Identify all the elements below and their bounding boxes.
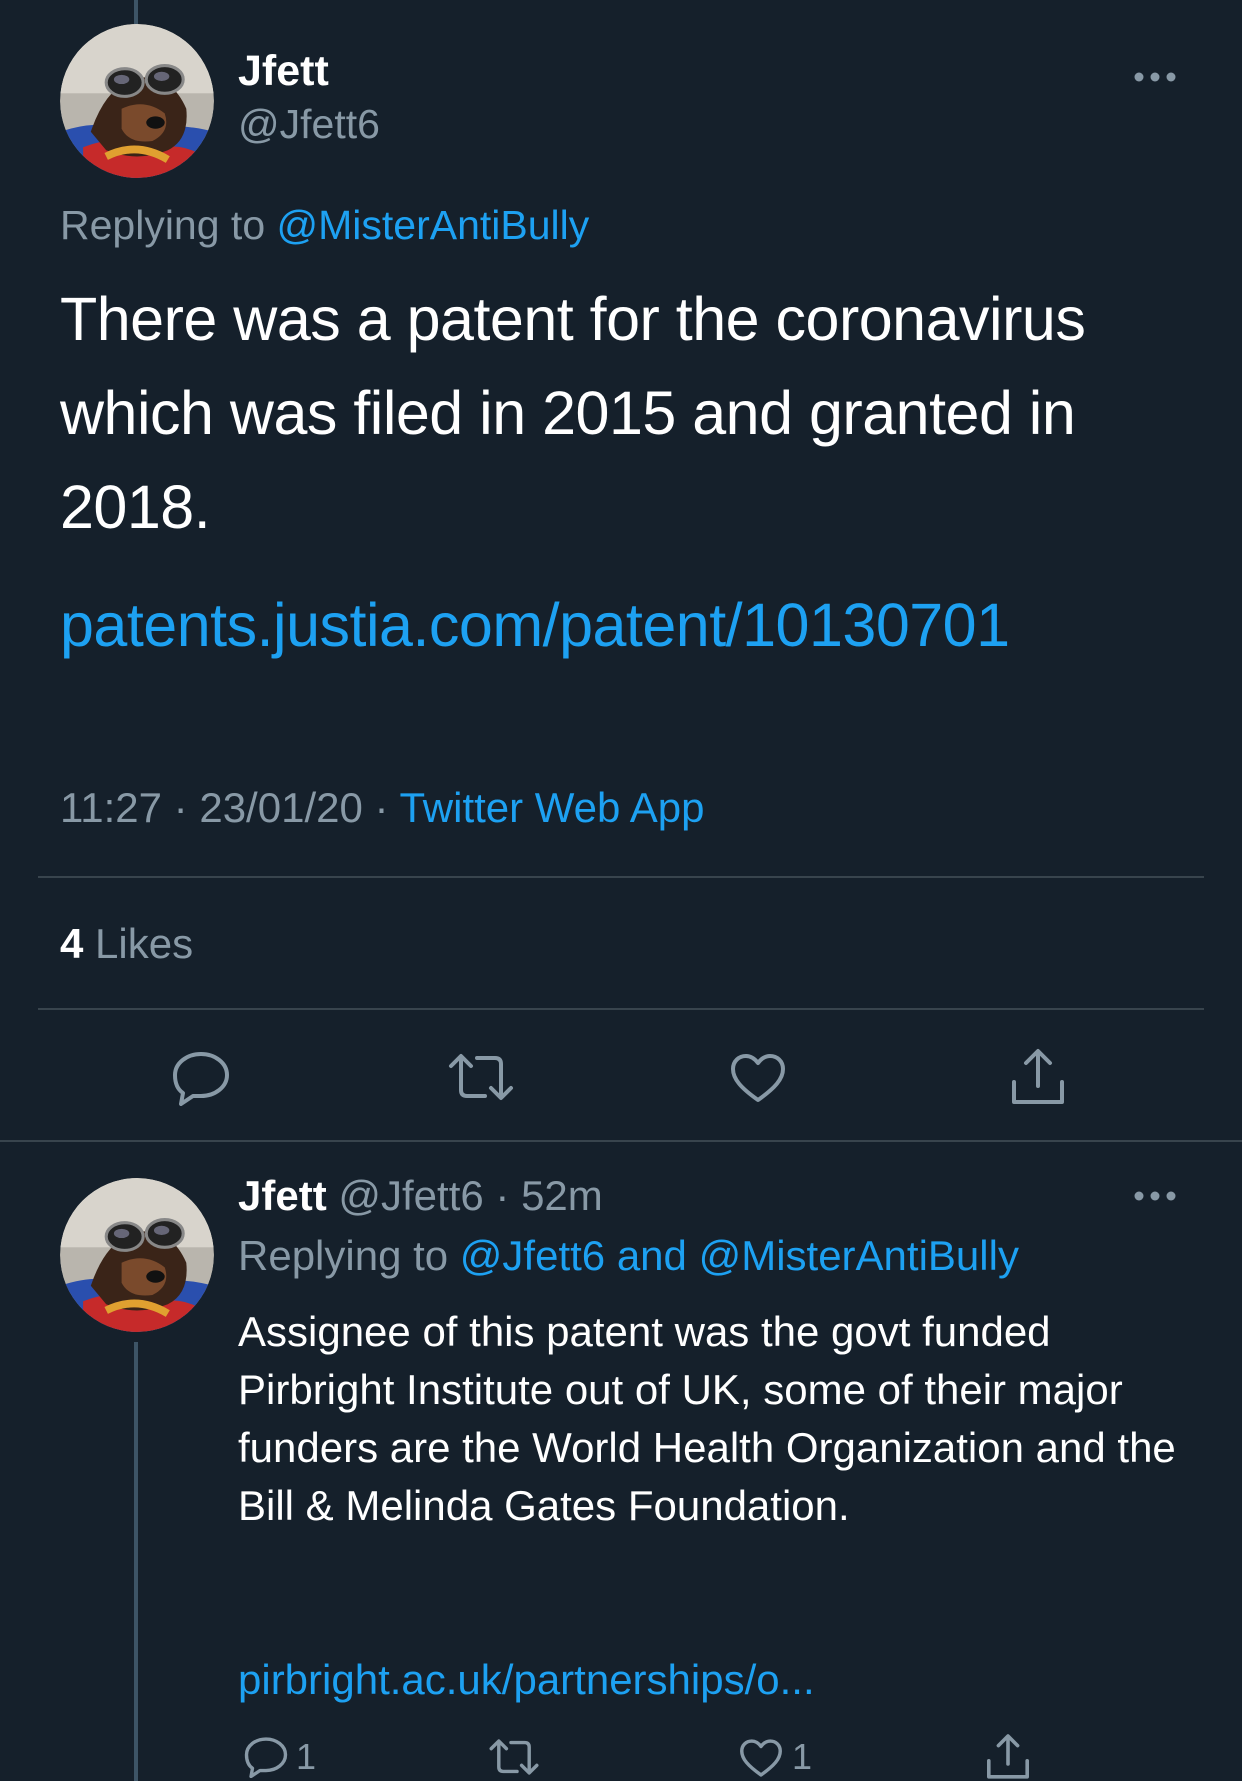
tweet-time: 11:27 xyxy=(60,784,162,831)
retweet-icon[interactable] xyxy=(488,1738,540,1776)
like-icon[interactable] xyxy=(738,1738,784,1778)
tweet-metadata: 11:27 · 23/01/20 · Twitter Web App xyxy=(60,780,704,836)
meta-separator: · xyxy=(173,784,188,831)
tweet-source-link[interactable]: Twitter Web App xyxy=(399,784,704,831)
thread-connector-line xyxy=(134,0,138,24)
tweet-link[interactable]: patents.justia.com/patent/10130701 xyxy=(60,578,1010,672)
like-count: 1 xyxy=(792,1736,813,1777)
likes-summary[interactable]: 4 Likes xyxy=(60,916,193,972)
divider xyxy=(0,1140,1242,1142)
share-icon[interactable] xyxy=(984,1732,1032,1780)
tweet-date: 23/01/20 xyxy=(199,784,363,831)
divider xyxy=(38,876,1204,878)
more-horizontal-icon[interactable] xyxy=(1132,70,1178,84)
reply-timestamp[interactable]: 52m xyxy=(521,1172,603,1219)
dog-avatar-icon xyxy=(60,24,214,178)
replying-to-line: Replying to @Jfett6 and @MisterAntiBully xyxy=(238,1228,1019,1284)
author-name[interactable]: Jfett xyxy=(238,44,329,98)
replying-to-user-link[interactable]: @Jfett6 and @MisterAntiBully xyxy=(460,1232,1019,1279)
avatar[interactable] xyxy=(60,24,214,178)
author-handle[interactable]: @Jfett6 xyxy=(238,98,380,150)
likes-count: 4 xyxy=(60,920,84,967)
tweet-detail-screen: Jfett @Jfett6 Replying to @MisterAntiBul… xyxy=(0,0,1242,1781)
reply-tweet-link[interactable]: pirbright.ac.uk/partnerships/o... xyxy=(238,1652,815,1708)
more-horizontal-icon[interactable] xyxy=(1132,1189,1178,1203)
reply-count: 1 xyxy=(296,1736,317,1777)
reply-tweet-text: Assignee of this patent was the govt fun… xyxy=(238,1308,1176,1529)
retweet-icon[interactable] xyxy=(447,1052,515,1102)
meta-separator: · xyxy=(495,1172,510,1219)
reply-icon[interactable] xyxy=(243,1736,289,1778)
divider xyxy=(38,1008,1204,1010)
like-icon[interactable] xyxy=(729,1052,787,1104)
tweet-text: There was a patent for the coronavirus w… xyxy=(60,285,1086,541)
thread-connector-line xyxy=(134,1342,138,1781)
share-icon[interactable] xyxy=(1008,1046,1068,1106)
avatar[interactable] xyxy=(60,1178,214,1332)
replying-to-line: Replying to @MisterAntiBully xyxy=(60,199,589,251)
replying-to-label: Replying to xyxy=(238,1232,449,1279)
meta-separator: · xyxy=(374,784,389,831)
dog-avatar-icon xyxy=(60,1178,214,1332)
reply-header: Jfett @Jfett6 · 52m xyxy=(238,1168,603,1224)
replying-to-user-link[interactable]: @MisterAntiBully xyxy=(277,202,590,248)
likes-label: Likes xyxy=(95,920,194,967)
reply-author-name[interactable]: Jfett xyxy=(238,1172,327,1219)
reply-author-handle[interactable]: @Jfett6 xyxy=(338,1172,483,1219)
replying-to-label: Replying to xyxy=(60,202,266,248)
reply-icon[interactable] xyxy=(171,1050,231,1106)
